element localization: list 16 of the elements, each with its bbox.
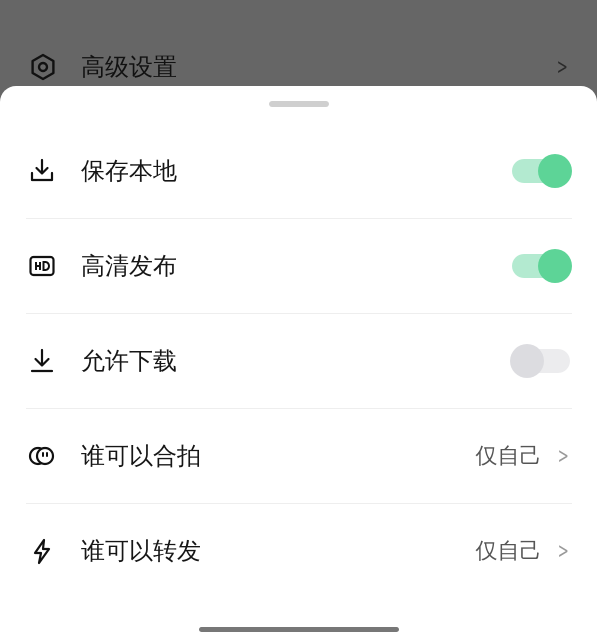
option-label: 保存本地: [81, 156, 178, 187]
option-label: 谁可以转发: [81, 536, 202, 567]
toggle-switch[interactable]: [510, 249, 572, 283]
option-value[interactable]: 仅自己: [476, 441, 542, 471]
toggle-switch[interactable]: [510, 344, 572, 378]
chevron-icon: >: [557, 538, 568, 564]
option-label: 高清发布: [81, 251, 178, 282]
hexagon-settings-icon: [29, 53, 57, 81]
drag-handle[interactable]: [269, 101, 329, 107]
chevron-icon: >: [557, 444, 568, 468]
option-label: 允许下载: [81, 346, 178, 377]
toggle-switch[interactable]: [510, 154, 572, 188]
download-icon: [28, 347, 56, 375]
chevron-icon: >: [556, 54, 568, 80]
option-label: 谁可以合拍: [81, 441, 202, 472]
option-value[interactable]: 仅自己: [476, 536, 542, 566]
